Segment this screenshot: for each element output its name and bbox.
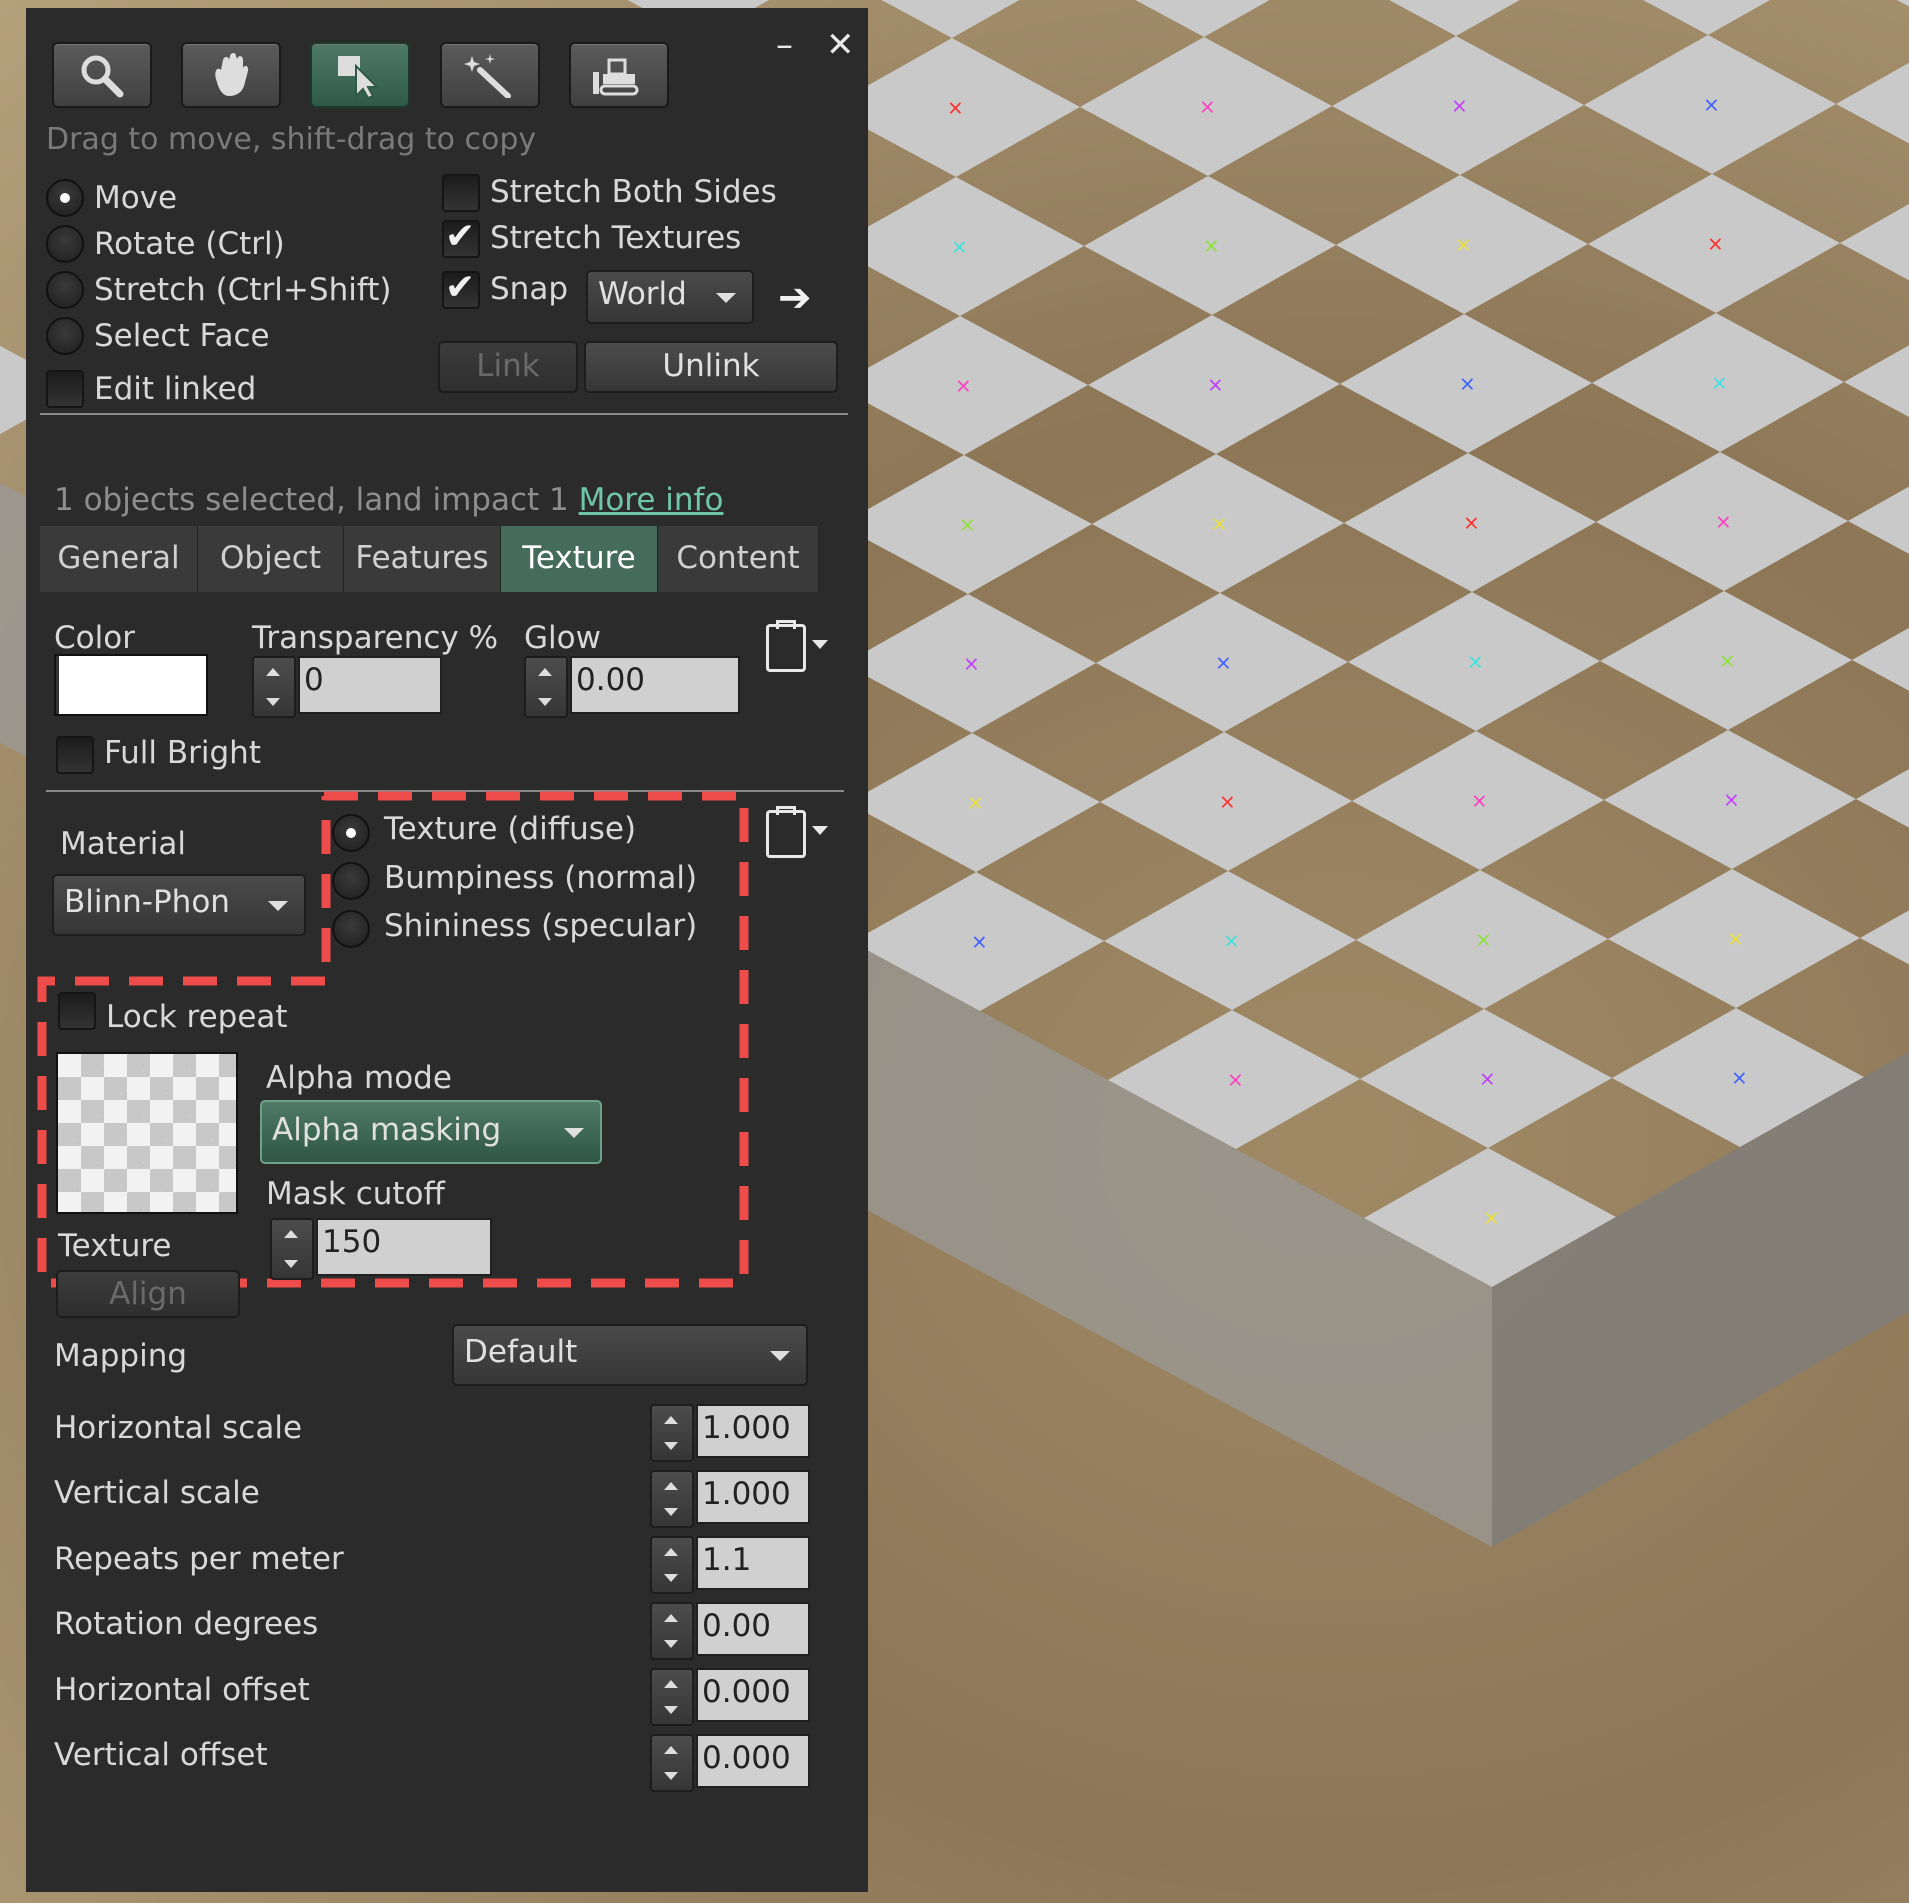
alpha-mode-label: Alpha mode: [266, 1060, 452, 1096]
vertical-scale-spinner[interactable]: [650, 1470, 694, 1528]
tile-marker: ×: [1219, 790, 1236, 814]
mapping-label: Mapping: [54, 1338, 188, 1374]
tile-marker: ×: [971, 930, 988, 954]
horizontal-offset-field[interactable]: 0.000: [696, 1668, 810, 1722]
lock-repeat-label: Lock repeat: [106, 999, 288, 1035]
mask-cutoff-label: Mask cutoff: [266, 1176, 445, 1212]
alpha-mode-value: Alpha masking: [272, 1112, 502, 1148]
tile-marker: ×: [1207, 373, 1224, 397]
checker-tile: [1135, 0, 1270, 37]
tile-marker: ×: [967, 791, 984, 815]
tile-marker: ×: [1215, 651, 1232, 675]
repeats-per-meter-field[interactable]: 1.1: [696, 1536, 810, 1590]
tile-marker: ×: [947, 96, 964, 120]
checker-tile: [1848, 486, 1909, 554]
texture-preview[interactable]: [56, 1052, 238, 1214]
chevron-down-icon: [770, 1351, 790, 1361]
tile-marker: ×: [951, 235, 968, 259]
tile-marker: ×: [1203, 234, 1220, 258]
tile-marker: ×: [963, 652, 980, 676]
chevron-down-icon: [564, 1128, 584, 1138]
tile-marker: ×: [1459, 372, 1476, 396]
tile-marker: ×: [1731, 1066, 1748, 1090]
checker-tile: [1844, 345, 1909, 418]
horizontal-scale-label: Horizontal scale: [54, 1410, 303, 1446]
vertical-scale-field[interactable]: 1.000: [696, 1470, 810, 1524]
tile-marker: ×: [1479, 1067, 1496, 1091]
checker-tile: [1389, 0, 1520, 36]
vertical-offset-label: Vertical offset: [54, 1737, 268, 1773]
tile-marker: ×: [1723, 788, 1740, 812]
tile-marker: ×: [1211, 512, 1228, 536]
tile-marker: ×: [1227, 1068, 1244, 1092]
tile-marker: ×: [1719, 649, 1736, 673]
checker-tile: [1643, 0, 1770, 35]
texture-label: Texture: [58, 1228, 172, 1264]
rotation-degrees-label: Rotation degrees: [54, 1606, 319, 1642]
align-button[interactable]: Align: [56, 1270, 240, 1318]
checker-tile: [1836, 62, 1909, 144]
tile-marker: ×: [1471, 789, 1488, 813]
mask-cutoff-field[interactable]: 150: [316, 1218, 492, 1276]
tile-marker: ×: [955, 374, 972, 398]
tile-marker: ×: [1711, 371, 1728, 395]
tile-marker: ×: [1483, 1206, 1500, 1230]
tile-marker: ×: [1475, 928, 1492, 952]
horizontal-offset-label: Horizontal offset: [54, 1672, 310, 1708]
repeats-per-meter-spinner[interactable]: [650, 1536, 694, 1594]
tile-marker: ×: [1199, 95, 1216, 119]
mask-cutoff-spinner[interactable]: [270, 1218, 314, 1280]
tile-marker: ×: [1727, 927, 1744, 951]
rotation-degrees-spinner[interactable]: [650, 1602, 694, 1660]
repeats-per-meter-label: Repeats per meter: [54, 1541, 344, 1577]
lock-repeat-checkbox[interactable]: [58, 992, 96, 1030]
checker-tile: [1856, 769, 1909, 828]
checker-tile: [1896, 0, 1909, 7]
rotation-degrees-field[interactable]: 0.00: [696, 1602, 810, 1656]
alpha-mode-dropdown[interactable]: Alpha masking: [260, 1100, 602, 1164]
horizontal-scale-field[interactable]: 1.000: [696, 1404, 810, 1458]
tile-marker: ×: [1707, 232, 1724, 256]
vertical-offset-field[interactable]: 0.000: [696, 1734, 810, 1788]
tile-marker: ×: [1455, 233, 1472, 257]
vertical-offset-spinner[interactable]: [650, 1734, 694, 1792]
tile-marker: ×: [1467, 650, 1484, 674]
tile-marker: ×: [1451, 94, 1468, 118]
tile-marker: ×: [1223, 929, 1240, 953]
tile-marker: ×: [1703, 93, 1720, 117]
checker-tile: [1840, 204, 1909, 281]
mapping-value: Default: [464, 1334, 578, 1370]
tile-marker: ×: [1715, 510, 1732, 534]
checker-tile: [1852, 627, 1909, 691]
build-floater: – ✕ Drag to move, shift-drag to copy Mov…: [26, 8, 868, 1892]
checker-tile: [1860, 910, 1909, 965]
tile-marker: ×: [1463, 511, 1480, 535]
horizontal-scale-spinner[interactable]: [650, 1404, 694, 1462]
mapping-dropdown[interactable]: Default: [452, 1324, 808, 1386]
vertical-scale-label: Vertical scale: [54, 1475, 260, 1511]
tile-marker: ×: [959, 513, 976, 537]
horizontal-offset-spinner[interactable]: [650, 1668, 694, 1726]
